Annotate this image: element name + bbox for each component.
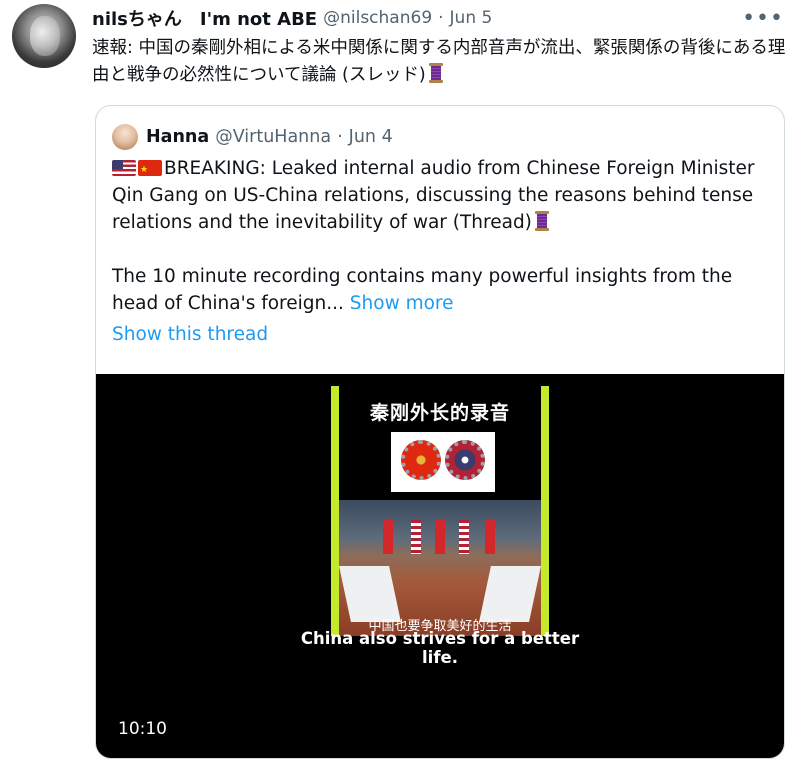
tweet-text: 速報: 中国の秦剛外相による米中関係に関する内部音声が流出、緊張関係の背後にある… bbox=[92, 35, 788, 89]
quoted-tweet-text: BREAKING: Leaked internal audio from Chi… bbox=[112, 155, 772, 317]
quoted-tweet[interactable]: Hanna @VirtuHanna · Jun 4 BREAKING: Leak… bbox=[95, 105, 785, 759]
china-gear-icon bbox=[401, 440, 441, 480]
video-subtitle: China also strives for a better life. bbox=[300, 629, 580, 667]
quoted-text-body-1: BREAKING: Leaked internal audio from Chi… bbox=[112, 158, 755, 233]
quoted-text-paragraph-2: The 10 minute recording contains many po… bbox=[112, 263, 772, 317]
china-flag-icon bbox=[485, 520, 495, 554]
meeting-table-left bbox=[339, 566, 401, 622]
separator-dot: · bbox=[438, 8, 444, 28]
quoted-user-handle[interactable]: @VirtuHanna bbox=[215, 127, 331, 147]
avatar[interactable] bbox=[12, 4, 76, 68]
video-poster-frame: 秦刚外长的录音 中国也要争取美好的生活 bbox=[331, 386, 549, 636]
us-flag-icon bbox=[459, 520, 469, 554]
meeting-table-right bbox=[479, 566, 541, 622]
quoted-avatar[interactable] bbox=[112, 124, 138, 150]
tweet-date[interactable]: Jun 5 bbox=[450, 8, 493, 28]
show-more-link[interactable]: Show more bbox=[350, 293, 454, 314]
china-flag-icon bbox=[435, 520, 445, 554]
thread-spool-icon bbox=[428, 63, 443, 83]
video-poster: 秦刚外长的录音 中国也要争取美好的生活 bbox=[339, 386, 541, 636]
video-player[interactable]: 秦刚外长的录音 中国也要争取美好的生活 China also strives f… bbox=[96, 374, 784, 758]
quoted-tweet-header: Hanna @VirtuHanna · Jun 4 bbox=[112, 124, 393, 150]
user-handle[interactable]: @nilschan69 bbox=[323, 8, 432, 28]
us-gear-icon bbox=[445, 440, 485, 480]
us-flag-icon bbox=[411, 520, 421, 554]
china-flag-icon bbox=[383, 520, 393, 554]
quoted-text-paragraph-1: BREAKING: Leaked internal audio from Chi… bbox=[112, 155, 772, 236]
quoted-tweet-date[interactable]: Jun 4 bbox=[349, 127, 393, 147]
tweet-header: nilsちゃん I'm not ABE @nilschan69 · Jun 5 … bbox=[92, 4, 784, 32]
separator-dot: · bbox=[337, 127, 343, 147]
display-name[interactable]: nilsちゃん I'm not ABE bbox=[92, 5, 317, 31]
handshake-gears-image bbox=[391, 432, 495, 492]
poster-title: 秦刚外长的录音 bbox=[369, 402, 510, 424]
show-thread-link[interactable]: Show this thread bbox=[112, 324, 268, 345]
thread-spool-icon bbox=[534, 211, 549, 231]
quoted-display-name[interactable]: Hanna bbox=[146, 127, 209, 147]
china-flag-icon bbox=[138, 157, 162, 184]
more-horizontal-icon[interactable]: ••• bbox=[742, 6, 784, 31]
video-duration: 10:10 bbox=[118, 719, 167, 739]
us-flag-icon bbox=[112, 160, 136, 176]
